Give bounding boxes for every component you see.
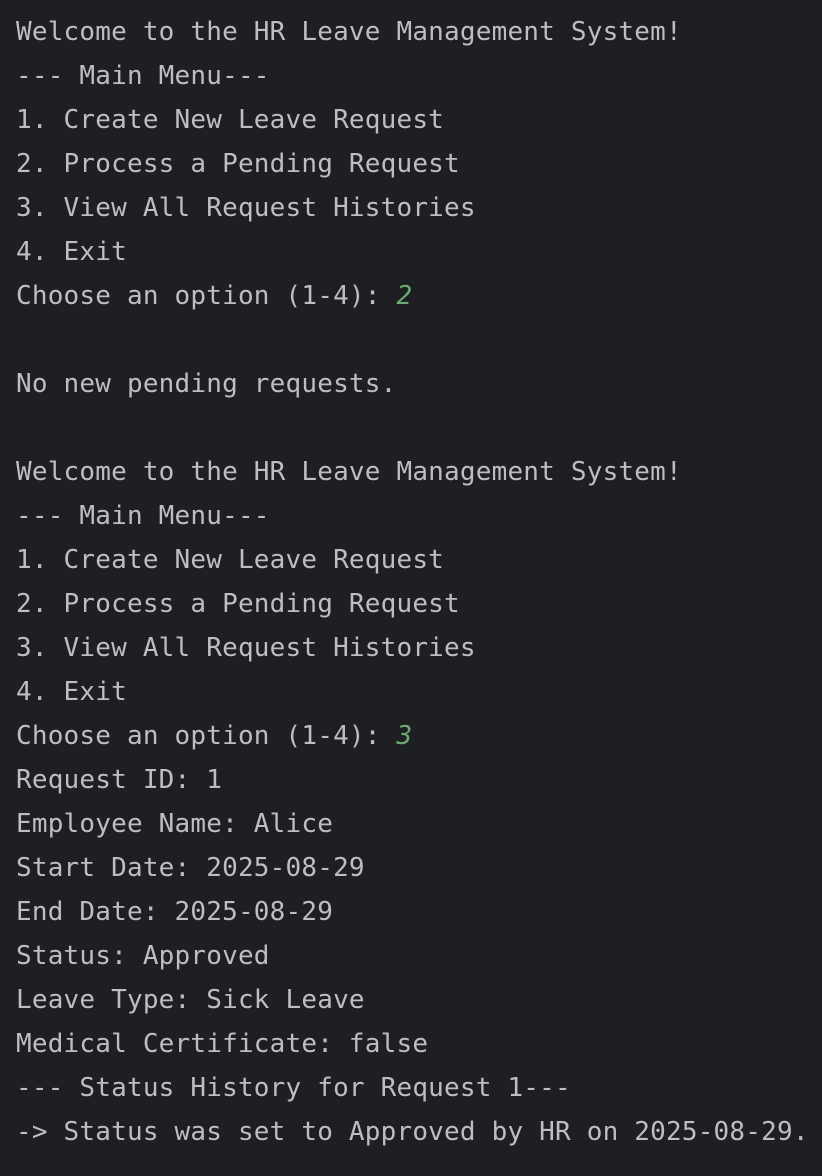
console-line: Start Date: 2025-08-29 [16,846,822,890]
console-line: Welcome to the HR Leave Management Syste… [16,450,822,494]
prompt-text: Choose an option (1-4): [16,721,397,751]
console-line: --- Status History for Request 1--- [16,1066,822,1110]
output-text: 3. View All Request Histories [16,633,476,663]
console-line: End Date: 2025-08-29 [16,890,822,934]
output-text: Status: Approved [16,941,270,971]
console-line: -> Status was set to Approved by HR on 2… [16,1110,822,1154]
output-text: 2. Process a Pending Request [16,149,460,179]
console-line: --- Main Menu--- [16,54,822,98]
output-text: 1. Create New Leave Request [16,105,445,135]
console-line: Status: Approved [16,934,822,978]
output-text: No new pending requests. [16,369,397,399]
console-line: 2. Process a Pending Request [16,582,822,626]
console-line: --- Main Menu--- [16,494,822,538]
prompt-text: Choose an option (1-4): [16,281,397,311]
console-line: Choose an option (1-4): 3 [16,714,822,758]
output-text: Welcome to the HR Leave Management Syste… [16,17,682,47]
console-line: Request ID: 1 [16,758,822,802]
output-text: Request ID: 1 [16,765,223,795]
console-line: 3. View All Request Histories [16,626,822,670]
output-text: 2. Process a Pending Request [16,589,460,619]
console-line: 1. Create New Leave Request [16,98,822,142]
console-line: No new pending requests. [16,362,822,406]
console-line: Employee Name: Alice [16,802,822,846]
output-text: 4. Exit [16,677,127,707]
console-line: Choose an option (1-4): 2 [16,274,822,318]
console-line: 4. Exit [16,670,822,714]
output-text: Start Date: 2025-08-29 [16,853,365,883]
console-line: Medical Certificate: false [16,1022,822,1066]
output-text: --- Main Menu--- [16,501,270,531]
user-input: 3 [396,721,413,751]
output-text: Leave Type: Sick Leave [16,985,365,1015]
output-text: 4. Exit [16,237,127,267]
console-line: 3. View All Request Histories [16,186,822,230]
output-text: --- Status History for Request 1--- [16,1073,571,1103]
output-text: End Date: 2025-08-29 [16,897,334,927]
user-input: 2 [396,281,413,311]
output-text: 3. View All Request Histories [16,193,476,223]
console-line: 2. Process a Pending Request [16,142,822,186]
output-text: Employee Name: Alice [16,809,334,839]
console-line: Welcome to the HR Leave Management Syste… [16,10,822,54]
console-line: Leave Type: Sick Leave [16,978,822,1022]
output-text: 1. Create New Leave Request [16,545,445,575]
output-text: Welcome to the HR Leave Management Syste… [16,457,682,487]
output-text: --- Main Menu--- [16,61,270,91]
console-output[interactable]: Welcome to the HR Leave Management Syste… [0,0,822,1176]
console-line: 4. Exit [16,230,822,274]
console-line: 1. Create New Leave Request [16,538,822,582]
output-text: Medical Certificate: false [16,1029,429,1059]
output-text: -> Status was set to Approved by HR on 2… [16,1117,809,1147]
